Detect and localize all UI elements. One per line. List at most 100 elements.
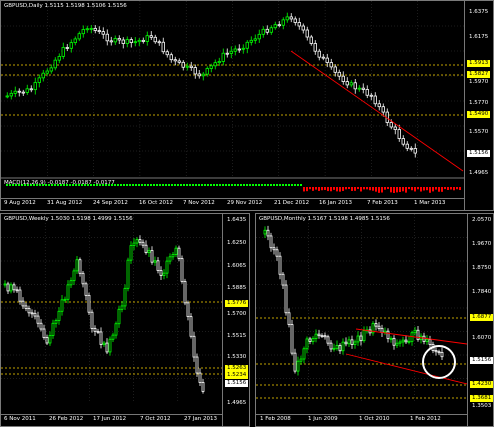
time-label: 9 Aug 2012	[4, 200, 36, 206]
macd-bar	[279, 184, 281, 186]
candle-body	[287, 312, 291, 325]
candle-body	[144, 244, 148, 253]
candle-body	[177, 247, 181, 259]
macd-bar	[354, 187, 356, 191]
candle-body	[81, 272, 85, 285]
macd-bar	[384, 187, 386, 190]
candle-body	[141, 39, 145, 42]
candle-body	[75, 259, 79, 272]
macd-bar	[282, 184, 284, 186]
candle-body	[261, 28, 265, 35]
candle-body	[102, 342, 106, 345]
candle-body	[77, 33, 81, 40]
time-label: 1 Feb 2008	[260, 416, 291, 422]
candle-body	[189, 65, 193, 68]
macd-bar	[270, 184, 272, 186]
candle-body	[72, 270, 76, 282]
candle-body	[48, 335, 52, 344]
candle-body	[117, 38, 121, 41]
candle-body	[313, 43, 317, 52]
macd-bar	[177, 184, 179, 186]
monthly-price-plot[interactable]	[256, 214, 467, 414]
macd-bar	[234, 184, 236, 186]
candle-body	[205, 68, 209, 75]
candle-body	[293, 352, 297, 372]
candle-body	[407, 340, 411, 343]
current-price-tag: 1.5156	[225, 380, 249, 387]
candle-body	[381, 106, 385, 113]
candle-body	[87, 294, 91, 313]
macd-bar	[264, 184, 266, 186]
candle-body	[183, 280, 187, 304]
candle-body	[201, 73, 205, 77]
candle-body	[97, 30, 101, 33]
candle-body	[12, 284, 16, 291]
price-label: 1.8750	[472, 265, 492, 271]
weekly-price-plot[interactable]	[1, 214, 222, 414]
macd-bar	[216, 184, 218, 186]
candle-body	[253, 38, 257, 41]
candle-body	[147, 250, 151, 253]
time-label: 7 Feb 2013	[367, 200, 398, 206]
daily-chart-window[interactable]: GBPUSD,Daily 1.5115 1.5198 1.5106 1.5156…	[0, 0, 494, 211]
candle-body	[89, 27, 93, 30]
macd-bar	[144, 184, 146, 186]
macd-bar	[342, 187, 344, 191]
candle-body	[114, 323, 118, 336]
candle-body	[389, 122, 393, 128]
candle-body	[389, 337, 393, 340]
candle-body	[5, 95, 9, 98]
candle-body	[6, 283, 10, 292]
macd-bar	[258, 184, 260, 186]
macd-bar	[348, 187, 350, 190]
monthly-chart-window[interactable]: GBPUSD,Monthly 1.5167 1.5198 1.4985 1.51…	[255, 213, 494, 427]
candle-body	[90, 311, 94, 329]
candle-body	[33, 312, 37, 317]
macd-bar	[429, 187, 431, 193]
candle-body	[377, 103, 381, 108]
price-label: 2.0570	[472, 217, 492, 223]
candle-body	[101, 31, 105, 35]
macd-bar	[147, 184, 149, 186]
candle-body	[185, 65, 189, 68]
candle-body	[159, 270, 163, 276]
candle-body	[397, 129, 401, 139]
level-tag: 1.6877	[470, 314, 493, 321]
macd-bar	[420, 187, 422, 192]
candle-body	[349, 82, 353, 86]
time-label: 7 Oct 2012	[140, 416, 171, 422]
candle-body	[311, 338, 315, 342]
macd-bar	[441, 187, 443, 192]
macd-bar	[408, 187, 410, 190]
macd-bar	[294, 184, 296, 186]
candle-body	[317, 333, 321, 337]
macd-bar	[189, 184, 191, 186]
time-label: 1 Oct 2010	[359, 416, 390, 422]
candle-body	[353, 82, 357, 90]
candle-body	[284, 284, 288, 314]
channel-line-lower	[345, 353, 467, 385]
candle-body	[126, 259, 130, 289]
candle-body	[125, 39, 129, 44]
candle-body	[27, 307, 31, 314]
macd-bar	[201, 184, 203, 186]
candle-body	[145, 35, 149, 42]
macd-bar	[195, 184, 197, 186]
candle-body	[249, 39, 253, 43]
candle-body	[373, 95, 377, 105]
weekly-chart-window[interactable]: GBPUSD,Weekly 1.5030 1.5198 1.4999 1.515…	[0, 213, 250, 427]
daily-price-plot[interactable]	[1, 1, 464, 198]
candle-body	[333, 66, 337, 73]
candle-body	[273, 24, 277, 29]
macd-bar	[228, 184, 230, 186]
time-label: 1 Feb 2012	[410, 416, 441, 422]
candle-body	[93, 328, 97, 332]
monthly-chart-title: GBPUSD,Monthly 1.5167 1.5198 1.4985 1.51…	[259, 216, 390, 222]
time-label: 29 Nov 2012	[227, 200, 263, 206]
weekly-price-scale: 1.6435 1.6250 1.6065 1.5885 1.5776 1.570…	[222, 214, 249, 426]
candle-body	[329, 62, 333, 68]
macd-bar	[198, 184, 200, 186]
macd-bar	[456, 187, 458, 190]
candle-body	[132, 242, 136, 246]
candle-body	[84, 283, 88, 296]
